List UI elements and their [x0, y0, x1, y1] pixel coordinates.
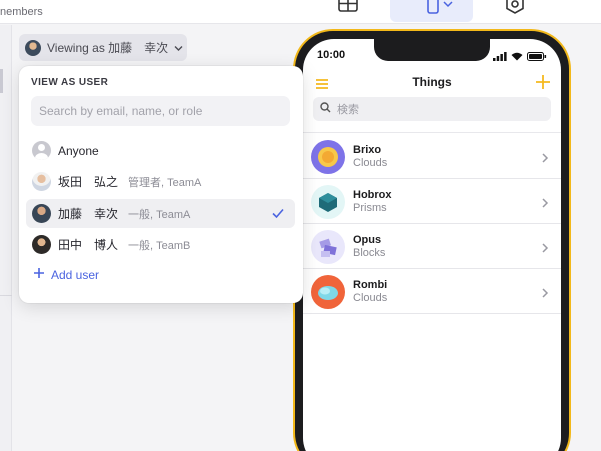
chevron-down-icon[interactable] [440, 0, 456, 16]
table-icon[interactable] [333, 0, 363, 16]
item-subtitle: Clouds [353, 157, 388, 169]
status-icons [493, 48, 547, 66]
phone-screen: 10:00 Things 検索 Brixo Clouds Hobrox Pris… [303, 39, 561, 451]
list-item[interactable]: Opus Blocks [303, 225, 561, 269]
chevron-right-icon [541, 196, 549, 208]
item-title: Brixo [353, 144, 382, 156]
checkmark-icon [271, 206, 285, 220]
user-option-sakata[interactable]: 坂田 弘之 管理者, TeamA [26, 167, 295, 196]
avatar [32, 204, 51, 223]
item-title: Rombi [353, 279, 388, 291]
item-title: Hobrox [353, 189, 392, 201]
item-subtitle: Prisms [353, 202, 387, 214]
left-sidebar [0, 25, 12, 451]
user-search-input[interactable] [31, 96, 290, 126]
list-item[interactable]: Hobrox Prisms [303, 180, 561, 224]
chevron-right-icon [541, 241, 549, 253]
item-subtitle: Blocks [353, 247, 386, 259]
phone-notch [374, 39, 490, 61]
user-name: 坂田 弘之 [58, 175, 119, 189]
top-toolbar: nembers [0, 0, 601, 24]
phone-search-input[interactable]: 検索 [313, 97, 551, 121]
item-thumbnail [311, 184, 345, 219]
add-icon[interactable] [535, 74, 551, 90]
view-as-user-dropdown: VIEW AS USER Anyone 坂田 弘之 管理者, TeamA 加藤 … [19, 66, 303, 303]
item-thumbnail [311, 229, 345, 264]
sidebar-divider [0, 295, 12, 296]
item-thumbnail [311, 139, 345, 174]
user-name: Anyone [58, 143, 99, 158]
wifi-icon [511, 48, 523, 66]
item-thumbnail [311, 274, 345, 309]
signal-icon [493, 48, 507, 66]
add-user-label: Add user [51, 267, 100, 282]
user-name: 田中 博人 [58, 238, 119, 252]
avatar [32, 141, 51, 160]
battery-icon [527, 48, 547, 66]
item-subtitle: Clouds [353, 292, 388, 304]
user-option-kato[interactable]: 加藤 幸次 一般, TeamA [26, 199, 295, 228]
chevron-right-icon [541, 151, 549, 163]
settings-hexagon-icon[interactable] [500, 0, 530, 16]
add-user-button[interactable]: Add user [33, 267, 99, 282]
user-role: 一般, TeamA [128, 208, 191, 221]
avatar [32, 235, 51, 254]
user-name: 加藤 幸次 [58, 207, 119, 221]
search-icon [320, 102, 331, 116]
item-title: Opus [353, 234, 382, 246]
sidebar-active-marker [0, 69, 3, 93]
user-option-tanaka[interactable]: 田中 博人 一般, TeamB [26, 230, 295, 259]
list-item[interactable]: Brixo Clouds [303, 135, 561, 179]
avatar [32, 172, 51, 191]
members-label: nembers [0, 6, 43, 18]
chevron-down-icon [174, 41, 183, 55]
status-time: 10:00 [317, 49, 346, 61]
chevron-right-icon [541, 286, 549, 298]
list-divider [303, 132, 561, 133]
viewing-as-button[interactable]: Viewing as 加藤 幸次 [19, 34, 187, 61]
screen-title: Things [412, 75, 452, 89]
viewing-as-label: Viewing as 加藤 幸次 [47, 41, 169, 55]
plus-icon [33, 267, 45, 282]
search-placeholder: 検索 [337, 104, 359, 116]
phone-preview: 10:00 Things 検索 Brixo Clouds Hobrox Pris… [295, 31, 569, 451]
user-role: 管理者, TeamA [128, 176, 202, 189]
avatar [25, 39, 41, 56]
user-role: 一般, TeamB [128, 239, 191, 252]
list-item[interactable]: Rombi Clouds [303, 270, 561, 314]
user-option-anyone[interactable]: Anyone [26, 136, 295, 165]
dropdown-heading: VIEW AS USER [31, 77, 109, 88]
